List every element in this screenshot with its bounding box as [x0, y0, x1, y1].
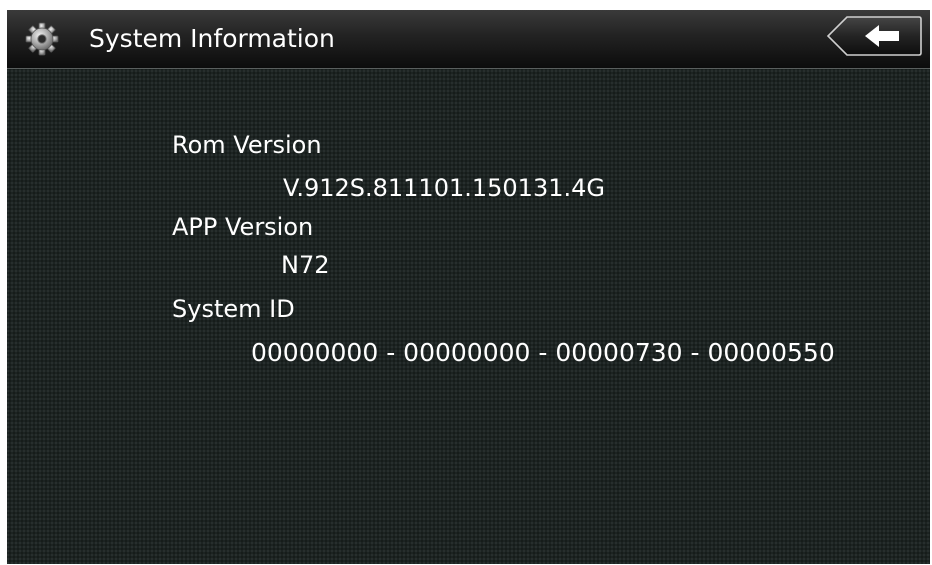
rom-version-label: Rom Version: [172, 131, 322, 159]
rom-version-value: V.912S.811101.150131.4G: [283, 174, 605, 202]
system-id-label: System ID: [172, 295, 295, 323]
info-content: Rom Version V.912S.811101.150131.4G APP …: [7, 10, 930, 564]
system-information-screen: System Information Rom Version V.912S.81…: [7, 10, 930, 564]
system-id-value: 00000000 - 00000000 - 00000730 - 0000055…: [251, 338, 835, 367]
app-version-value: N72: [281, 251, 330, 279]
app-version-label: APP Version: [172, 213, 314, 241]
